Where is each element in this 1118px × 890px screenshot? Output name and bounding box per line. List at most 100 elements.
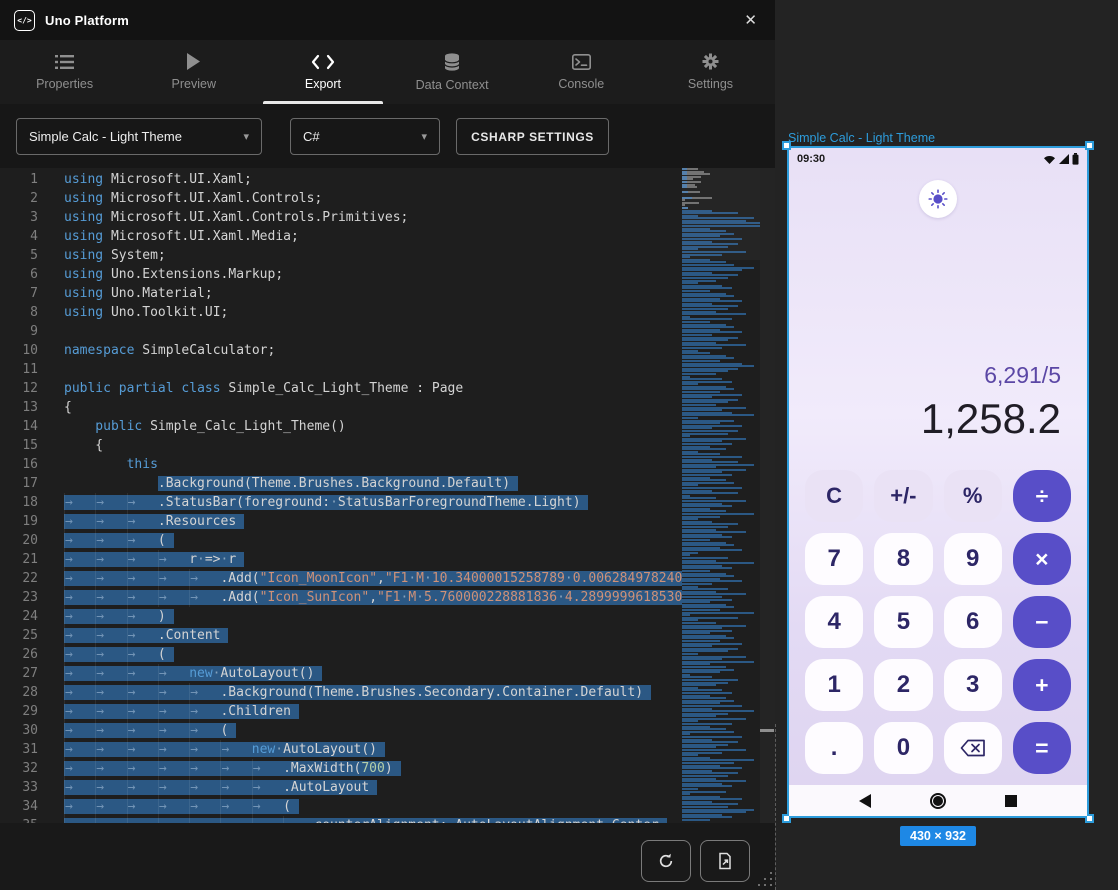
editor-scrollbar[interactable] [760, 168, 775, 823]
code-line-19[interactable]: 19→→→.Resources [0, 512, 682, 531]
code-line-30[interactable]: 30→→→→→( [0, 721, 682, 740]
display-expression: 6,291/5 [921, 360, 1061, 390]
line-number: 22 [0, 569, 38, 588]
key-digit-2[interactable]: 2 [874, 659, 932, 711]
key-backspace[interactable] [944, 722, 1002, 774]
code-line-24[interactable]: 24→→→) [0, 607, 682, 626]
code-line-14[interactable]: 14public Simple_Calc_Light_Theme() [0, 417, 682, 436]
refresh-button[interactable] [641, 840, 691, 882]
close-icon[interactable]: ✕ [740, 9, 761, 31]
code-line-29[interactable]: 29→→→→→.Children [0, 702, 682, 721]
tab-data-context[interactable]: Data Context [388, 40, 517, 104]
theme-toggle-button[interactable] [919, 180, 957, 218]
line-number: 4 [0, 227, 38, 246]
code-line-23[interactable]: 23→→→→→.Add("Icon_SunIcon","F1·M·5.76000… [0, 588, 682, 607]
key-percent[interactable]: % [944, 470, 1002, 522]
csharp-settings-button[interactable]: CSHARP SETTINGS [456, 118, 609, 155]
key-digit-7[interactable]: 7 [805, 533, 863, 585]
code-line-15[interactable]: 15{ [0, 436, 682, 455]
code-line-7[interactable]: 7using Uno.Material; [0, 284, 682, 303]
key-digit-6[interactable]: 6 [944, 596, 1002, 648]
code-line-17[interactable]: 17.Background(Theme.Brushes.Background.D… [0, 474, 682, 493]
recents-square-icon[interactable] [1005, 795, 1017, 807]
key-digit-1[interactable]: 1 [805, 659, 863, 711]
code-line-9[interactable]: 9 [0, 322, 682, 341]
key-digit-4[interactable]: 4 [805, 596, 863, 648]
code-line-2[interactable]: 2using Microsoft.UI.Xaml.Controls; [0, 189, 682, 208]
code-line-13[interactable]: 13{ [0, 398, 682, 417]
tab-preview[interactable]: Preview [129, 40, 258, 104]
key-clear[interactable]: C [805, 470, 863, 522]
code-line-25[interactable]: 25→→→.Content [0, 626, 682, 645]
code-line-20[interactable]: 20→→→( [0, 531, 682, 550]
code-line-18[interactable]: 18→→→.StatusBar(foreground:·StatusBarFor… [0, 493, 682, 512]
key-digit-3[interactable]: 3 [944, 659, 1002, 711]
component-select-value: Simple Calc - Light Theme [29, 129, 182, 144]
code-area[interactable]: 1using Microsoft.UI.Xaml;2using Microsof… [0, 168, 682, 823]
key-divide[interactable]: ÷ [1013, 470, 1071, 522]
key-minus[interactable]: − [1013, 596, 1071, 648]
code-line-8[interactable]: 8using Uno.Toolkit.UI; [0, 303, 682, 322]
language-select[interactable]: C# ▾ [290, 118, 440, 155]
key-digit-9[interactable]: 9 [944, 533, 1002, 585]
component-select[interactable]: Simple Calc - Light Theme ▾ [16, 118, 262, 155]
code-line-10[interactable]: 10namespace SimpleCalculator; [0, 341, 682, 360]
line-number: 18 [0, 493, 38, 512]
code-line-11[interactable]: 11 [0, 360, 682, 379]
key-plus-minus[interactable]: +/- [874, 470, 932, 522]
tab-settings[interactable]: Settings [646, 40, 775, 104]
code-line-28[interactable]: 28→→→→→.Background(Theme.Brushes.Seconda… [0, 683, 682, 702]
size-badge: 430 × 932 [900, 826, 976, 846]
export-file-icon [716, 852, 734, 870]
code-line-35[interactable]: 35→→→→→→→→counterAlignment:·AutoLayoutAl… [0, 816, 682, 823]
code-line-27[interactable]: 27→→→→new·AutoLayout() [0, 664, 682, 683]
home-circle-icon[interactable] [930, 793, 946, 809]
key-digit-8[interactable]: 8 [874, 533, 932, 585]
device-frame-label[interactable]: Simple Calc - Light Theme [788, 131, 935, 145]
key-digit-0[interactable]: 0 [874, 722, 932, 774]
tab-label: Settings [688, 77, 733, 91]
code-line-32[interactable]: 32→→→→→→→.MaxWidth(700) [0, 759, 682, 778]
key-digit-5[interactable]: 5 [874, 596, 932, 648]
key-decimal[interactable]: . [805, 722, 863, 774]
code-line-12[interactable]: 12public partial class Simple_Calc_Light… [0, 379, 682, 398]
tab-bar: Properties Preview Export Data ContextConso… [0, 40, 775, 104]
code-line-26[interactable]: 26→→→( [0, 645, 682, 664]
tab-properties[interactable]: Properties [0, 40, 129, 104]
device-frame[interactable]: 09:30 [787, 146, 1089, 818]
code-line-22[interactable]: 22→→→→→.Add("Icon_MoonIcon","F1·M·10.340… [0, 569, 682, 588]
battery-icon [1072, 153, 1079, 165]
code-line-1[interactable]: 1using Microsoft.UI.Xaml; [0, 170, 682, 189]
code-line-31[interactable]: 31→→→→→→new·AutoLayout() [0, 740, 682, 759]
minimap-viewport [682, 168, 760, 260]
code-line-5[interactable]: 5using System; [0, 246, 682, 265]
code-line-21[interactable]: 21→→→→r·=>·r [0, 550, 682, 569]
code-line-3[interactable]: 3using Microsoft.UI.Xaml.Controls.Primit… [0, 208, 682, 227]
backspace-icon [960, 739, 986, 757]
key-multiply[interactable]: × [1013, 533, 1071, 585]
android-nav-bar [789, 785, 1087, 816]
line-number: 7 [0, 284, 38, 303]
line-number: 13 [0, 398, 38, 417]
code-line-33[interactable]: 33→→→→→→→.AutoLayout [0, 778, 682, 797]
line-number: 10 [0, 341, 38, 360]
code-line-4[interactable]: 4using Microsoft.UI.Xaml.Media; [0, 227, 682, 246]
export-file-button[interactable] [700, 840, 750, 882]
tab-console[interactable]: Console [517, 40, 646, 104]
key-equals[interactable]: = [1013, 722, 1071, 774]
line-number: 24 [0, 607, 38, 626]
line-number: 11 [0, 360, 38, 379]
tab-label: Export [305, 77, 341, 91]
code-line-6[interactable]: 6using Uno.Extensions.Markup; [0, 265, 682, 284]
line-number: 27 [0, 664, 38, 683]
minimap[interactable] [682, 168, 760, 823]
back-triangle-icon[interactable] [859, 794, 871, 808]
code-editor[interactable]: 1using Microsoft.UI.Xaml;2using Microsof… [0, 168, 775, 823]
code-line-16[interactable]: 16this [0, 455, 682, 474]
key-plus[interactable]: + [1013, 659, 1071, 711]
tab-export[interactable]: Export [258, 40, 387, 104]
signal-icon [1058, 154, 1070, 165]
window-resize-grip[interactable] [758, 872, 772, 886]
code-line-34[interactable]: 34→→→→→→→( [0, 797, 682, 816]
tab-label: Properties [36, 77, 93, 91]
